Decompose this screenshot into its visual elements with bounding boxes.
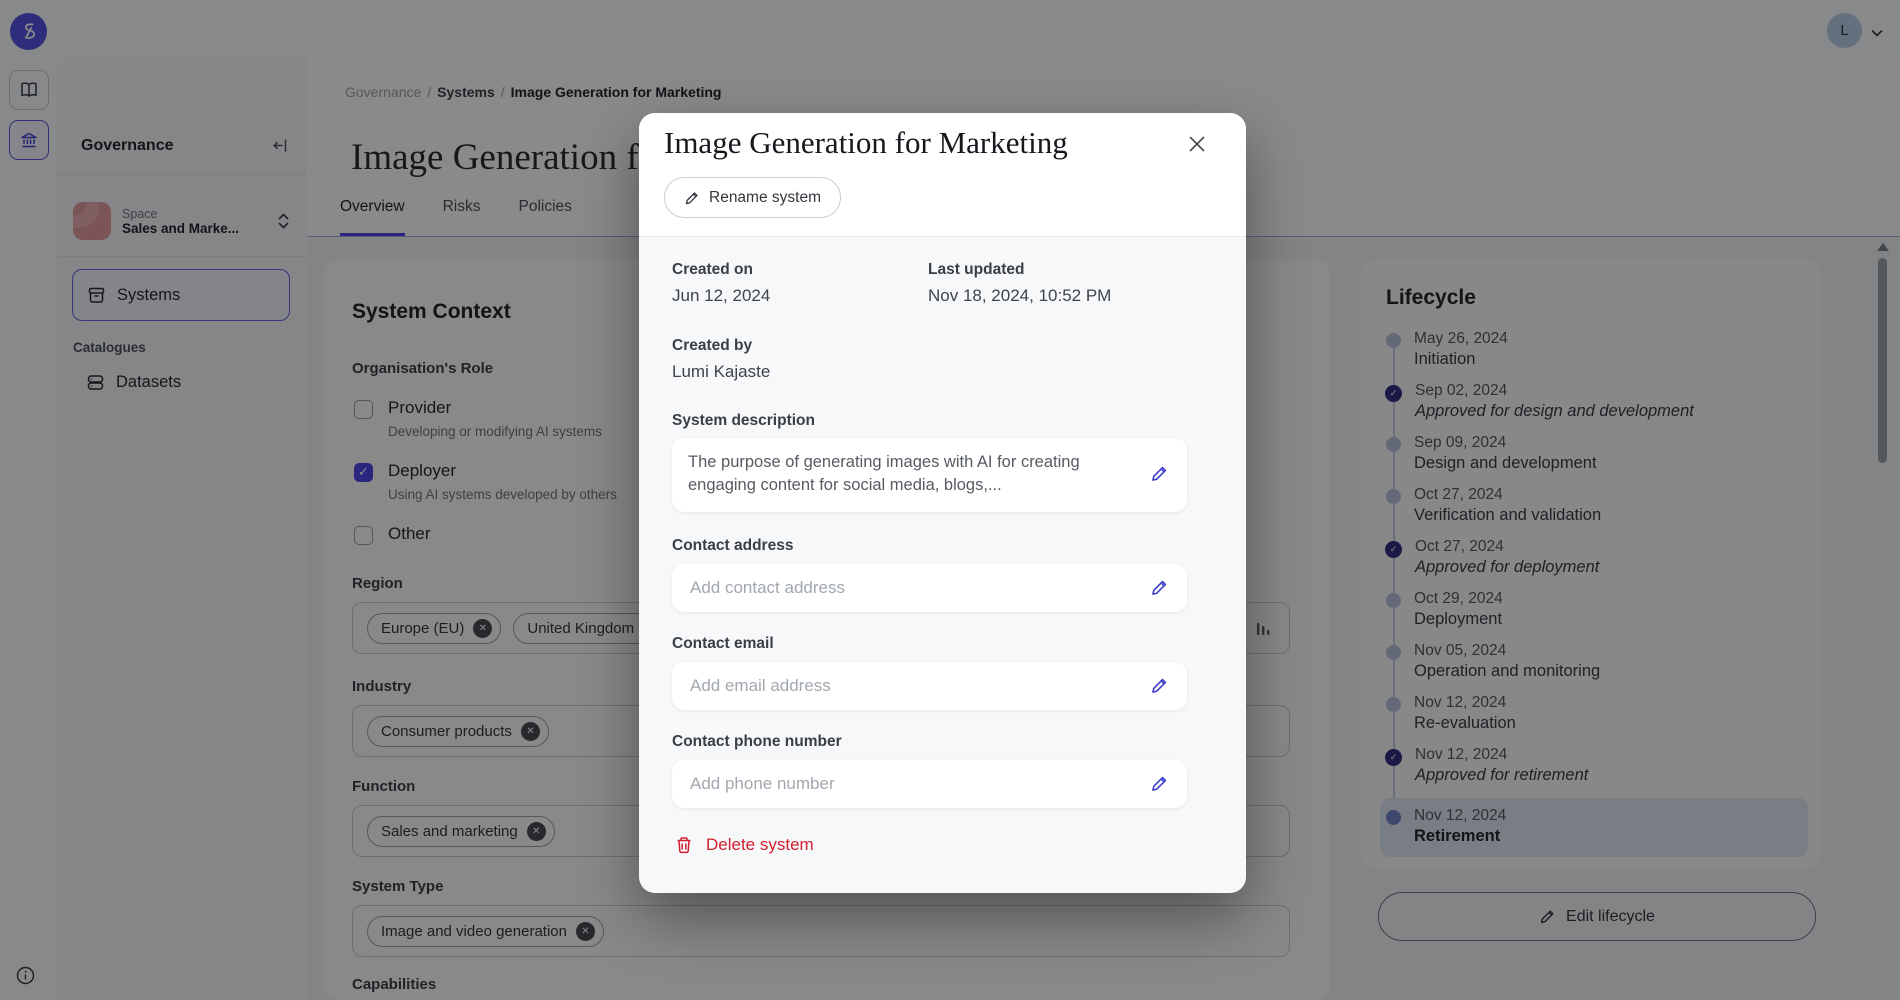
contact-address-input[interactable] <box>688 577 1137 599</box>
trash-icon <box>674 835 694 855</box>
system-details-modal: Image Generation for Marketing Rename sy… <box>639 113 1246 893</box>
created-on-label: Created on <box>672 261 928 279</box>
rename-system-button[interactable]: Rename system <box>664 177 841 218</box>
last-updated-value: Nov 18, 2024, 10:52 PM <box>928 286 1111 306</box>
created-by-value: Lumi Kajaste <box>672 362 770 382</box>
edit-email-pencil-icon[interactable] <box>1150 676 1169 695</box>
contact-address-label: Contact address <box>672 537 1187 555</box>
contact-phone-label: Contact phone number <box>672 733 1187 751</box>
edit-phone-pencil-icon[interactable] <box>1150 774 1169 793</box>
system-description-label: System description <box>672 412 815 430</box>
app-window: L Governance Space Sales and Marke... <box>0 0 1900 1000</box>
system-description-field[interactable]: The purpose of generating images with AI… <box>672 438 1187 512</box>
delete-system-label: Delete system <box>706 835 814 855</box>
modal-header: Image Generation for Marketing Rename sy… <box>639 113 1246 237</box>
last-updated-label: Last updated <box>928 261 1111 279</box>
modal-title: Image Generation for Marketing <box>664 125 1068 161</box>
delete-system-button[interactable]: Delete system <box>674 835 814 855</box>
contact-address-field[interactable] <box>672 564 1187 612</box>
contact-email-input[interactable] <box>688 675 1137 697</box>
contact-email-label: Contact email <box>672 635 1187 653</box>
edit-address-pencil-icon[interactable] <box>1150 578 1169 597</box>
created-by-label: Created by <box>672 337 770 355</box>
contact-phone-input[interactable] <box>688 773 1137 795</box>
contact-phone-field[interactable] <box>672 760 1187 808</box>
created-on-value: Jun 12, 2024 <box>672 286 928 306</box>
contact-email-field[interactable] <box>672 662 1187 710</box>
edit-description-pencil-icon[interactable] <box>1150 464 1169 483</box>
rename-system-label: Rename system <box>709 189 821 207</box>
modal-body: Created on Jun 12, 2024 Last updated Nov… <box>672 237 1213 893</box>
close-icon[interactable] <box>1184 131 1210 157</box>
system-description-text: The purpose of generating images with AI… <box>688 451 1112 498</box>
pencil-icon <box>684 190 700 206</box>
